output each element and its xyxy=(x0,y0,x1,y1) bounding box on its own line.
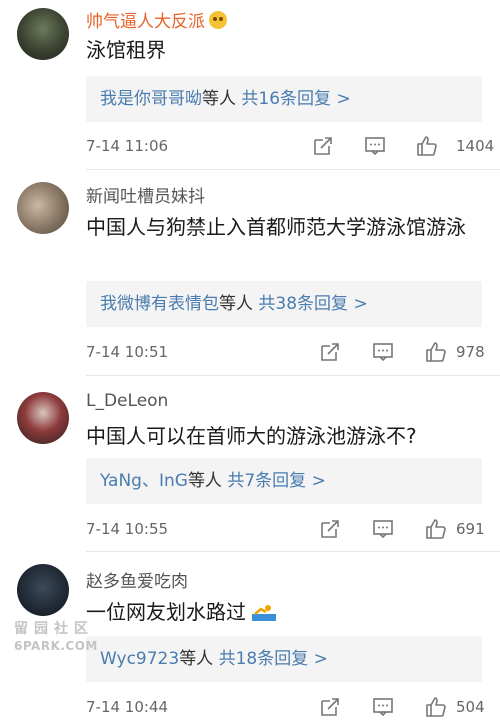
timestamp: 7-14 11:06 xyxy=(86,137,169,155)
reply-summary[interactable]: 我微博有表情包等人 共38条回复 > xyxy=(86,281,482,327)
reply-summary[interactable]: 我是你哥哥呦等人 共16条回复 > xyxy=(86,76,482,122)
like-count: 691 xyxy=(456,520,485,538)
watermark: 留园社区 6PARK.COM xyxy=(14,621,98,653)
share-icon[interactable] xyxy=(311,134,335,158)
comment-footer: 7-14 10:51 978 xyxy=(86,340,486,364)
avatar[interactable] xyxy=(17,564,69,616)
comment-icon[interactable] xyxy=(363,134,387,158)
like-icon[interactable] xyxy=(415,134,439,158)
like-icon[interactable] xyxy=(424,695,448,719)
like-icon[interactable] xyxy=(424,517,448,541)
comment-text: 一位网友划水路过 xyxy=(86,597,481,628)
reply-summary-label[interactable]: 我微博有表情包等人 共38条回复 > xyxy=(100,281,368,327)
reply-summary-label[interactable]: YaNg、InG等人 共7条回复 > xyxy=(100,458,326,504)
reply-summary[interactable]: Wyc9723等人 共18条回复 > xyxy=(86,636,482,682)
chevron-right-icon: > xyxy=(336,89,351,109)
username[interactable]: 帅气逼人大反派 xyxy=(86,7,227,32)
like-count: 978 xyxy=(456,343,485,361)
comment-item: 帅气逼人大反派 泳馆租界 我是你哥哥呦等人 共16条回复 > 7-14 11:0… xyxy=(0,0,500,170)
like-icon[interactable] xyxy=(424,340,448,364)
chevron-right-icon: > xyxy=(353,294,368,314)
like-count: 1404 xyxy=(456,137,495,155)
comment-footer: 7-14 10:55 691 xyxy=(86,517,486,541)
comment-item: 新闻吐槽员妹抖 中国人与狗禁止入首都师范大学游泳馆游泳 我微博有表情包等人 共3… xyxy=(0,170,500,376)
username[interactable]: 赵多鱼爱吃肉 xyxy=(86,567,188,592)
share-icon[interactable] xyxy=(318,517,342,541)
reply-summary-label[interactable]: 我是你哥哥呦等人 共16条回复 > xyxy=(100,76,351,122)
username[interactable]: 新闻吐槽员妹抖 xyxy=(86,182,205,207)
reply-summary[interactable]: YaNg、InG等人 共7条回复 > xyxy=(86,458,482,504)
timestamp: 7-14 10:51 xyxy=(86,343,169,361)
chevron-right-icon: > xyxy=(313,649,328,669)
chevron-right-icon: > xyxy=(311,471,326,491)
comment-footer: 7-14 10:44 504 xyxy=(86,695,486,719)
comment-icon[interactable] xyxy=(371,340,395,364)
reply-summary-label[interactable]: Wyc9723等人 共18条回复 > xyxy=(100,636,328,682)
comment-footer: 7-14 11:06 1404 xyxy=(86,134,494,158)
comment-text: 中国人可以在首师大的游泳池游泳不? xyxy=(86,424,417,448)
avatar[interactable] xyxy=(17,392,69,444)
username-text[interactable]: 帅气逼人大反派 xyxy=(86,12,205,32)
avatar[interactable] xyxy=(17,182,69,234)
comment-icon[interactable] xyxy=(371,517,395,541)
comment-item: L_DeLeon 中国人可以在首师大的游泳池游泳不? YaNg、InG等人 共7… xyxy=(0,376,500,552)
avatar[interactable] xyxy=(17,8,69,60)
comment-text: 中国人与狗禁止入首都师范大学游泳馆游泳 xyxy=(86,215,466,239)
share-icon[interactable] xyxy=(318,695,342,719)
timestamp: 7-14 10:44 xyxy=(86,698,169,716)
username[interactable]: L_DeLeon xyxy=(86,391,168,411)
timestamp: 7-14 10:55 xyxy=(86,520,169,538)
share-icon[interactable] xyxy=(318,340,342,364)
emoji-icon xyxy=(209,11,227,29)
comment-icon[interactable] xyxy=(371,695,395,719)
like-count: 504 xyxy=(456,698,485,716)
comment-text: 泳馆租界 xyxy=(86,38,166,62)
swimming-emoji-icon xyxy=(252,605,277,621)
